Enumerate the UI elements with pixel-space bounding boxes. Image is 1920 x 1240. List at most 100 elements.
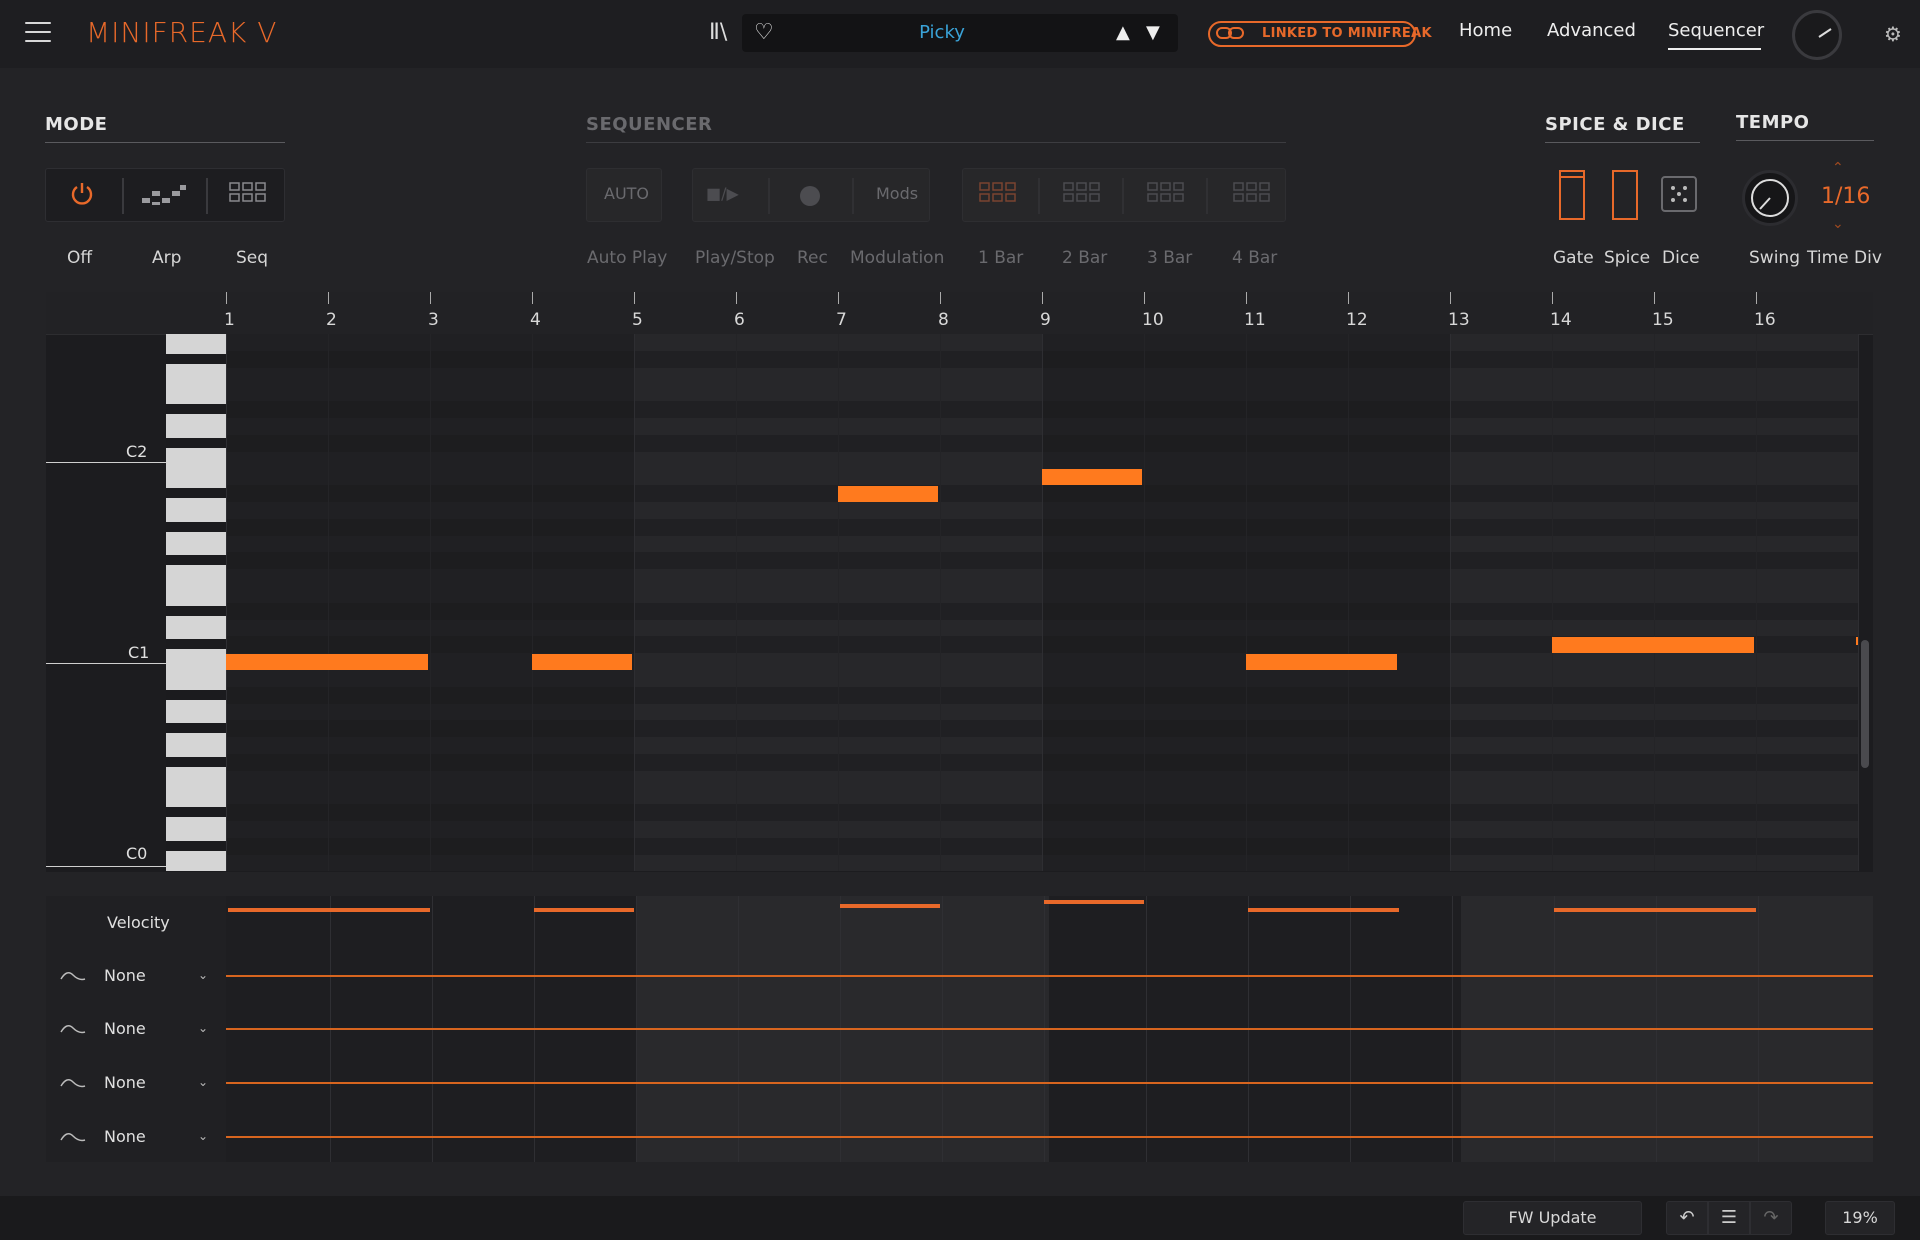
roll-scrollbar[interactable] [1861,640,1869,768]
grid-step-line [736,334,737,871]
sequencer-note[interactable] [1246,653,1397,670]
sequencer-divider [586,142,1286,143]
velocity-bar[interactable] [840,904,940,908]
time-div-up-icon[interactable]: ⌃ [1832,160,1844,176]
black-key[interactable] [166,437,226,448]
play-stop-label: Play/Stop [695,248,775,268]
velocity-bar[interactable] [1554,908,1756,912]
ruler-tick [1552,292,1553,304]
black-key[interactable] [166,521,226,532]
curve-icon [60,1133,86,1142]
ruler-tick [1654,292,1655,304]
bar-4-icon[interactable] [1232,180,1272,210]
grid-step-line [1858,334,1859,871]
mod-lane-2-line[interactable] [226,1028,1873,1030]
time-div-value: 1/16 [1821,184,1871,209]
master-volume-knob[interactable] [1792,10,1842,60]
sequencer-note[interactable] [226,653,428,670]
play-stop-icon[interactable]: ■/▶ [706,184,739,203]
undo-icon[interactable]: ↶ [1666,1201,1708,1235]
velocity-bar[interactable] [1044,900,1144,904]
preset-name[interactable]: Picky [742,14,1142,52]
spice-slider[interactable] [1612,170,1638,220]
chevron-down-icon[interactable]: ⌄ [198,1075,208,1089]
ruler-tick [1042,292,1043,304]
nav-home[interactable]: Home [1459,20,1512,41]
black-key[interactable] [166,353,226,364]
bar-number: 8 [938,310,949,330]
swing-label: Swing [1749,248,1800,268]
mod-lane-4-line[interactable] [226,1136,1873,1138]
sequencer-note[interactable] [838,485,938,502]
octave-line [46,866,166,867]
gear-icon[interactable]: ⚙ [1884,22,1902,46]
ruler-tick [1246,292,1247,304]
spice-dice-title: SPICE & DICE [1545,114,1685,135]
black-key[interactable] [166,807,226,818]
nav-advanced[interactable]: Advanced [1547,20,1636,41]
black-key[interactable] [166,404,226,415]
black-key[interactable] [166,689,226,700]
black-key[interactable] [166,639,226,650]
octave-line [46,663,166,664]
velocity-bar[interactable] [1248,908,1399,912]
ruler-tick [1348,292,1349,304]
nav-sequencer[interactable]: Sequencer [1668,20,1764,41]
swing-knob-pointer-icon [1759,197,1771,210]
chevron-down-icon[interactable]: ⌄ [198,1021,208,1035]
bar-number: 14 [1550,310,1572,330]
sequencer-note[interactable] [1042,468,1142,485]
preset-next-icon[interactable]: ▼ [1146,22,1160,43]
black-key[interactable] [166,757,226,767]
seq-icon[interactable] [228,180,268,210]
bar-2-icon[interactable] [1062,180,1102,210]
ruler-tick [328,292,329,304]
redo-icon[interactable]: ↷ [1750,1201,1792,1235]
mod-lane-3-line[interactable] [226,1082,1873,1084]
library-icon[interactable]: Ⅱ\ [709,20,733,46]
black-key[interactable] [166,555,226,566]
grid-step-line [1450,334,1451,871]
gate-slider[interactable] [1559,170,1585,220]
piano-keyboard[interactable] [166,334,226,871]
mods-button-label[interactable]: Mods [876,184,918,203]
grid-step-line [1144,334,1145,871]
menu-icon[interactable] [25,22,51,42]
modulation-label: Modulation [850,248,945,268]
mode-off-label: Off [67,248,93,268]
bar-ruler[interactable] [46,292,1873,335]
sequencer-note[interactable] [532,653,632,670]
power-icon[interactable] [68,180,96,208]
bar-3-label: 3 Bar [1147,248,1193,268]
mod-lane-1-select[interactable]: None [104,966,146,985]
bar-3-icon[interactable] [1146,180,1186,210]
arp-icon[interactable] [140,182,188,208]
chevron-down-icon[interactable]: ⌄ [198,1129,208,1143]
black-key[interactable] [166,605,226,616]
history-icon[interactable]: ☰ [1708,1201,1750,1235]
gate-label: Gate [1553,248,1594,268]
sequencer-note[interactable] [1552,636,1754,653]
velocity-bar[interactable] [228,908,430,912]
octave-line [46,462,166,463]
black-key[interactable] [166,723,226,734]
mod-lane-1-line[interactable] [226,975,1873,977]
fw-update-button[interactable]: FW Update [1463,1201,1642,1235]
bar-1-icon[interactable] [978,180,1018,210]
bar-number: 1 [224,310,235,330]
mod-lane-2-select[interactable]: None [104,1019,146,1038]
record-icon[interactable] [800,186,820,206]
velocity-bar[interactable] [534,908,634,912]
bar-number: 9 [1040,310,1051,330]
mod-lane-4-select[interactable]: None [104,1127,146,1146]
preset-prev-icon[interactable]: ▲ [1116,22,1130,43]
black-key[interactable] [166,488,226,499]
swing-knob[interactable] [1742,170,1798,226]
separator [1206,178,1208,214]
dice-button[interactable] [1661,176,1697,212]
ruler-tick [940,292,941,304]
time-div-down-icon[interactable]: ⌄ [1832,216,1844,232]
black-key[interactable] [166,841,226,851]
mod-lane-3-select[interactable]: None [104,1073,146,1092]
chevron-down-icon[interactable]: ⌄ [198,968,208,982]
